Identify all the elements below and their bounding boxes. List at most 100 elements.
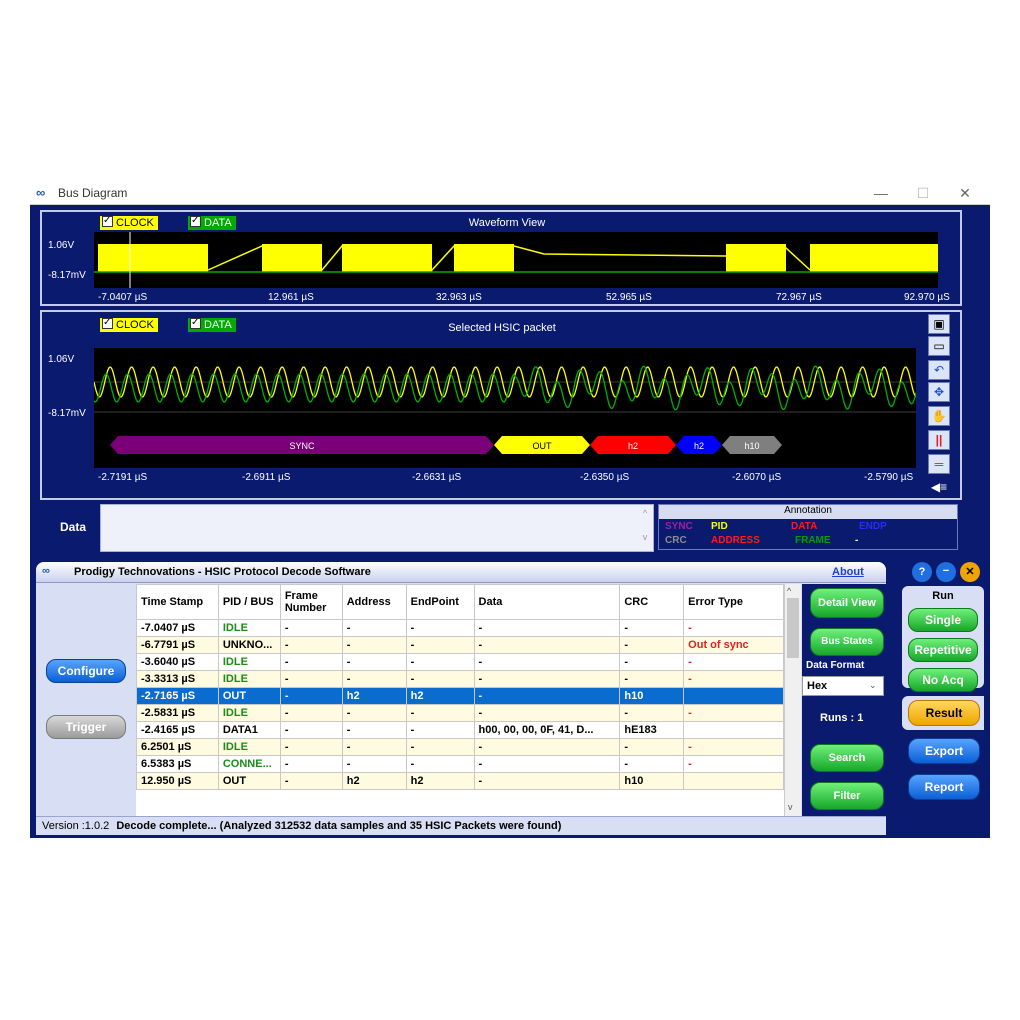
error-type-cell: -: [683, 670, 784, 688]
single-button[interactable]: Single: [908, 608, 978, 632]
data-scrollbar[interactable]: ^ v: [639, 507, 651, 547]
pid-cell: IDLE: [217, 619, 281, 637]
undo-zoom-icon[interactable]: ↶: [928, 360, 950, 380]
frame-cell: -: [279, 687, 343, 705]
table-row[interactable]: -6.7791 µS UNKNO... - - - - - Out of sync: [136, 636, 784, 654]
waveform-tick: 72.967 µS: [776, 292, 822, 303]
crc-cell: h10: [619, 772, 685, 790]
error-type-cell: Out of sync: [683, 636, 784, 654]
waveform-data-checkbox[interactable]: DATA: [188, 214, 236, 230]
table-row[interactable]: -2.4165 µS DATA1- - - h00, 00, 00, 0F, 41, D…: [136, 721, 784, 739]
column-header[interactable]: Data: [473, 584, 621, 620]
decoder-action-panel: Detail View Bus States Data Format Hex ⌄…: [802, 584, 886, 816]
table-row[interactable]: 6.2501 µS IDLE - - - - - -: [136, 738, 784, 756]
timestamp-cell: -7.0407 µS: [136, 619, 219, 637]
about-link[interactable]: About: [832, 566, 864, 578]
export-button[interactable]: Export: [908, 738, 980, 764]
report-button[interactable]: Report: [908, 774, 980, 800]
run-label: Run: [932, 590, 954, 602]
packet-tick: -2.6070 µS: [732, 472, 782, 483]
hand-pan-icon[interactable]: ✋: [928, 406, 950, 426]
search-button[interactable]: Search: [810, 744, 884, 772]
table-scrollbar[interactable]: ^ v: [784, 584, 801, 816]
pid-cell: IDLE: [217, 670, 281, 688]
crc-cell: -: [619, 636, 685, 654]
error-type-cell: [683, 721, 784, 739]
close-icon[interactable]: ✕: [960, 562, 980, 582]
horizontal-cursor-icon[interactable]: ═: [928, 454, 950, 474]
waveform-display[interactable]: [94, 232, 938, 288]
version-label: Version :1.0.2: [42, 820, 110, 832]
column-header[interactable]: Error Type: [683, 584, 784, 620]
checkbox-icon: [102, 316, 113, 330]
timestamp-cell: -6.7791 µS: [136, 636, 219, 654]
screenshot-tool-icon[interactable]: ▣: [928, 314, 950, 334]
column-header[interactable]: Time Stamp: [136, 584, 219, 620]
checkbox-icon: [190, 214, 201, 228]
address-cell: -: [341, 738, 407, 756]
error-type-cell: -: [683, 619, 784, 637]
column-header[interactable]: PID / BUS: [217, 584, 281, 620]
title-bar: ∞ Bus Diagram — ☐ ✕: [30, 182, 990, 205]
repetitive-button[interactable]: Repetitive: [908, 638, 978, 662]
maximize-button[interactable]: ☐: [908, 184, 938, 202]
detail-view-button[interactable]: Detail View: [810, 588, 884, 618]
column-header[interactable]: Frame Number: [279, 584, 343, 620]
endpoint-cell: -: [405, 721, 475, 739]
table-row[interactable]: -2.7165 µS OUT - h2 h2- h10: [136, 687, 784, 705]
table-row[interactable]: 6.5383 µS CONNE... - - - - - -: [136, 755, 784, 773]
table-row[interactable]: -3.6040 µS IDLE - - - - - -: [136, 653, 784, 671]
address-cell: -: [341, 704, 407, 722]
bus-states-button[interactable]: Bus States: [810, 628, 884, 656]
annotation-panel: Annotation SYNC PID DATA ENDP CRC ADDRES…: [658, 504, 958, 550]
move-icon[interactable]: ✥: [928, 382, 950, 402]
packet-tick: -2.6911 µS: [242, 472, 291, 483]
timestamp-cell: -3.3313 µS: [136, 670, 219, 688]
image-tool-icon[interactable]: ▭: [928, 336, 950, 356]
packet-display[interactable]: SYNC OUT h2 h2 h10: [93, 348, 917, 468]
no-acq-button[interactable]: No Acq: [908, 668, 978, 692]
crc-cell: -: [619, 755, 685, 773]
frame-cell: -: [279, 755, 343, 773]
frame-cell: -: [279, 670, 343, 688]
crc-cell: -: [619, 704, 685, 722]
packet-table-container: Time Stamp PID / BUS Frame Number Addres…: [136, 584, 784, 816]
table-row[interactable]: 12.950 µS OUT - h2 h2- h10: [136, 772, 784, 790]
result-button[interactable]: Result: [908, 700, 980, 726]
filter-button[interactable]: Filter: [810, 782, 884, 810]
scroll-up-icon[interactable]: ^: [787, 586, 791, 596]
annotation-pid: PID: [711, 521, 728, 532]
timestamp-cell: 6.2501 µS: [136, 738, 219, 756]
table-row[interactable]: -2.5831 µS IDLE - - - - - -: [136, 704, 784, 722]
data-format-select[interactable]: Hex ⌄: [802, 676, 884, 696]
close-button[interactable]: ✕: [950, 184, 980, 202]
annotation-sync: SYNC: [665, 521, 693, 532]
column-header[interactable]: CRC: [619, 584, 685, 620]
column-header[interactable]: Address: [341, 584, 407, 620]
data-text-area[interactable]: ^ v: [100, 504, 654, 552]
help-icon[interactable]: ?: [912, 562, 932, 582]
scroll-down-icon[interactable]: v: [788, 802, 793, 812]
scroll-thumb[interactable]: [787, 598, 799, 658]
waveform-clock-checkbox[interactable]: CLOCK: [100, 214, 158, 230]
endpoint-cell: -: [405, 636, 475, 654]
packet-table: Time Stamp PID / BUS Frame Number Addres…: [136, 584, 784, 790]
waveform-view-title: Waveform View: [468, 217, 546, 229]
selected-packet-title: Selected HSIC packet: [448, 322, 556, 334]
settings-icon[interactable]: ◀≡: [928, 478, 950, 498]
packet-segment-label: h2: [694, 441, 704, 451]
table-row[interactable]: -3.3313 µS IDLE - - - - - -: [136, 670, 784, 688]
column-header[interactable]: EndPoint: [405, 584, 475, 620]
packet-data-checkbox[interactable]: DATA: [188, 316, 236, 332]
runs-value: 1: [857, 712, 864, 724]
vertical-cursor-icon[interactable]: ||: [928, 430, 950, 450]
data-cell: -: [473, 619, 621, 637]
packet-clock-checkbox[interactable]: CLOCK: [100, 316, 158, 332]
minimize-button[interactable]: —: [866, 184, 896, 202]
table-row[interactable]: -7.0407 µS IDLE - - - - - -: [136, 619, 784, 637]
configure-button[interactable]: Configure: [46, 659, 126, 683]
minimize-icon[interactable]: −: [936, 562, 956, 582]
waveform-tick: 12.961 µS: [268, 292, 314, 303]
packet-segment-label: OUT: [533, 441, 553, 451]
runs-counter: Runs : 1: [820, 712, 863, 724]
